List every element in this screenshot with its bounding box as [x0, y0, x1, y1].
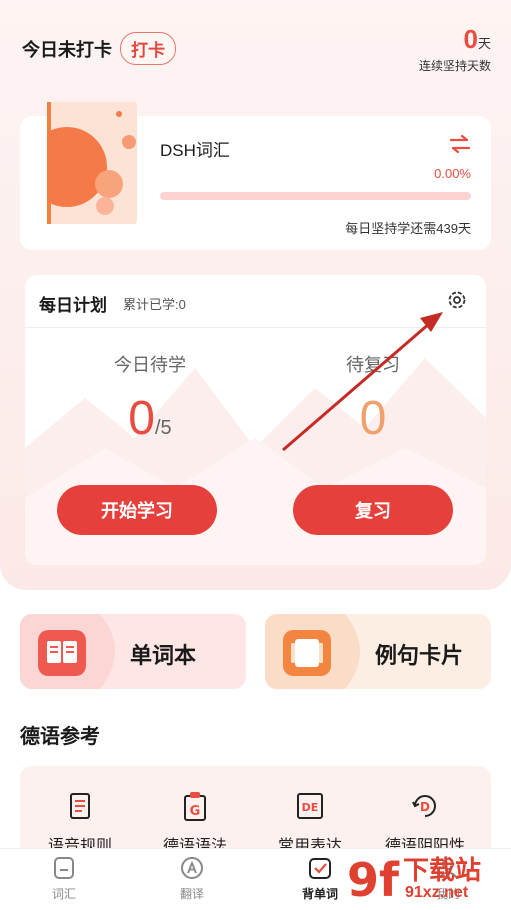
streak-days: 0: [463, 24, 478, 54]
example-cards-icon: [283, 630, 331, 676]
tab-label: 词汇: [51, 887, 76, 901]
checkin-status: 今日未打卡: [22, 39, 112, 60]
streak-counter: 0天 连续坚持天数: [419, 24, 491, 74]
german-reference-title: 德语参考: [20, 726, 100, 748]
checkin-row: 今日未打卡 打卡: [22, 32, 176, 65]
review-button[interactable]: 复习: [293, 485, 453, 535]
checkin-button[interactable]: 打卡: [120, 32, 176, 65]
reference-item-gender[interactable]: D 德语阴阳性: [370, 790, 480, 856]
progress-percent: 0.00%: [434, 166, 471, 181]
reference-item-grammar[interactable]: G 德语语法: [140, 790, 250, 856]
wordbook-label: 单词本: [130, 643, 197, 668]
tab-translate[interactable]: 翻译: [152, 855, 232, 902]
plan-settings-icon[interactable]: [446, 289, 468, 311]
svg-text:D: D: [420, 800, 430, 814]
remaining-days-text: 每日坚持学还需439天: [345, 221, 471, 236]
start-learning-button[interactable]: 开始学习: [57, 485, 217, 535]
daily-plan-card: 每日计划 累计已学:0 今日待学 0/5 待复习 0 开始学习 复习: [25, 275, 486, 565]
wordbook-card[interactable]: 单词本: [20, 614, 246, 689]
current-book-card[interactable]: DSH词汇 0.00% 每日坚持学还需439天: [20, 102, 491, 250]
streak-unit: 天: [477, 36, 491, 51]
today-total: /5: [155, 417, 172, 439]
svg-text:DE: DE: [302, 801, 319, 814]
svg-text:G: G: [190, 804, 201, 819]
scroll-icon: [70, 793, 90, 819]
svg-text:9f: 9f: [347, 853, 400, 904]
de-badge-icon: DE: [297, 793, 323, 819]
watermark-logo: 9f 下载站 91xz.net: [345, 848, 505, 908]
tab-label: 翻译: [179, 887, 204, 901]
review-label: 待复习: [346, 355, 400, 375]
grammar-g-icon: G: [184, 792, 206, 821]
review-value: 0: [359, 392, 387, 445]
streak-label: 连续坚持天数: [418, 59, 491, 73]
watermark-9f-logo: 9f: [347, 853, 400, 904]
today-value: 0: [128, 392, 155, 445]
switch-book-icon[interactable]: [449, 134, 471, 154]
gender-d-icon: D: [412, 795, 436, 817]
progress-bar: [160, 192, 471, 200]
today-to-learn: 今日待学 0/5: [50, 351, 250, 446]
watermark-text: 下载站: [403, 855, 482, 885]
example-cards-label: 例句卡片: [375, 643, 464, 668]
total-learned: 累计已学:0: [123, 297, 186, 312]
today-label: 今日待学: [114, 355, 186, 375]
book-title: DSH词汇: [160, 141, 230, 160]
tab-vocabulary[interactable]: 词汇: [24, 855, 104, 902]
memorize-icon: [309, 858, 331, 879]
reference-item-expressions[interactable]: DE 常用表达: [255, 790, 365, 856]
wordbook-icon: [38, 630, 86, 676]
vocabulary-icon: [54, 857, 74, 879]
reference-item-pronunciation[interactable]: 语音规则: [25, 790, 135, 856]
daily-plan-header: 每日计划 累计已学:0: [25, 275, 486, 328]
watermark-url: 91xz.net: [405, 884, 469, 901]
today-value-row: 0/5: [50, 391, 250, 446]
book-cover-image: [47, 102, 137, 224]
example-cards-card[interactable]: 例句卡片: [265, 614, 491, 689]
pending-review: 待复习 0: [273, 351, 473, 446]
translate-icon: [181, 857, 203, 879]
daily-plan-title: 每日计划: [39, 296, 107, 315]
